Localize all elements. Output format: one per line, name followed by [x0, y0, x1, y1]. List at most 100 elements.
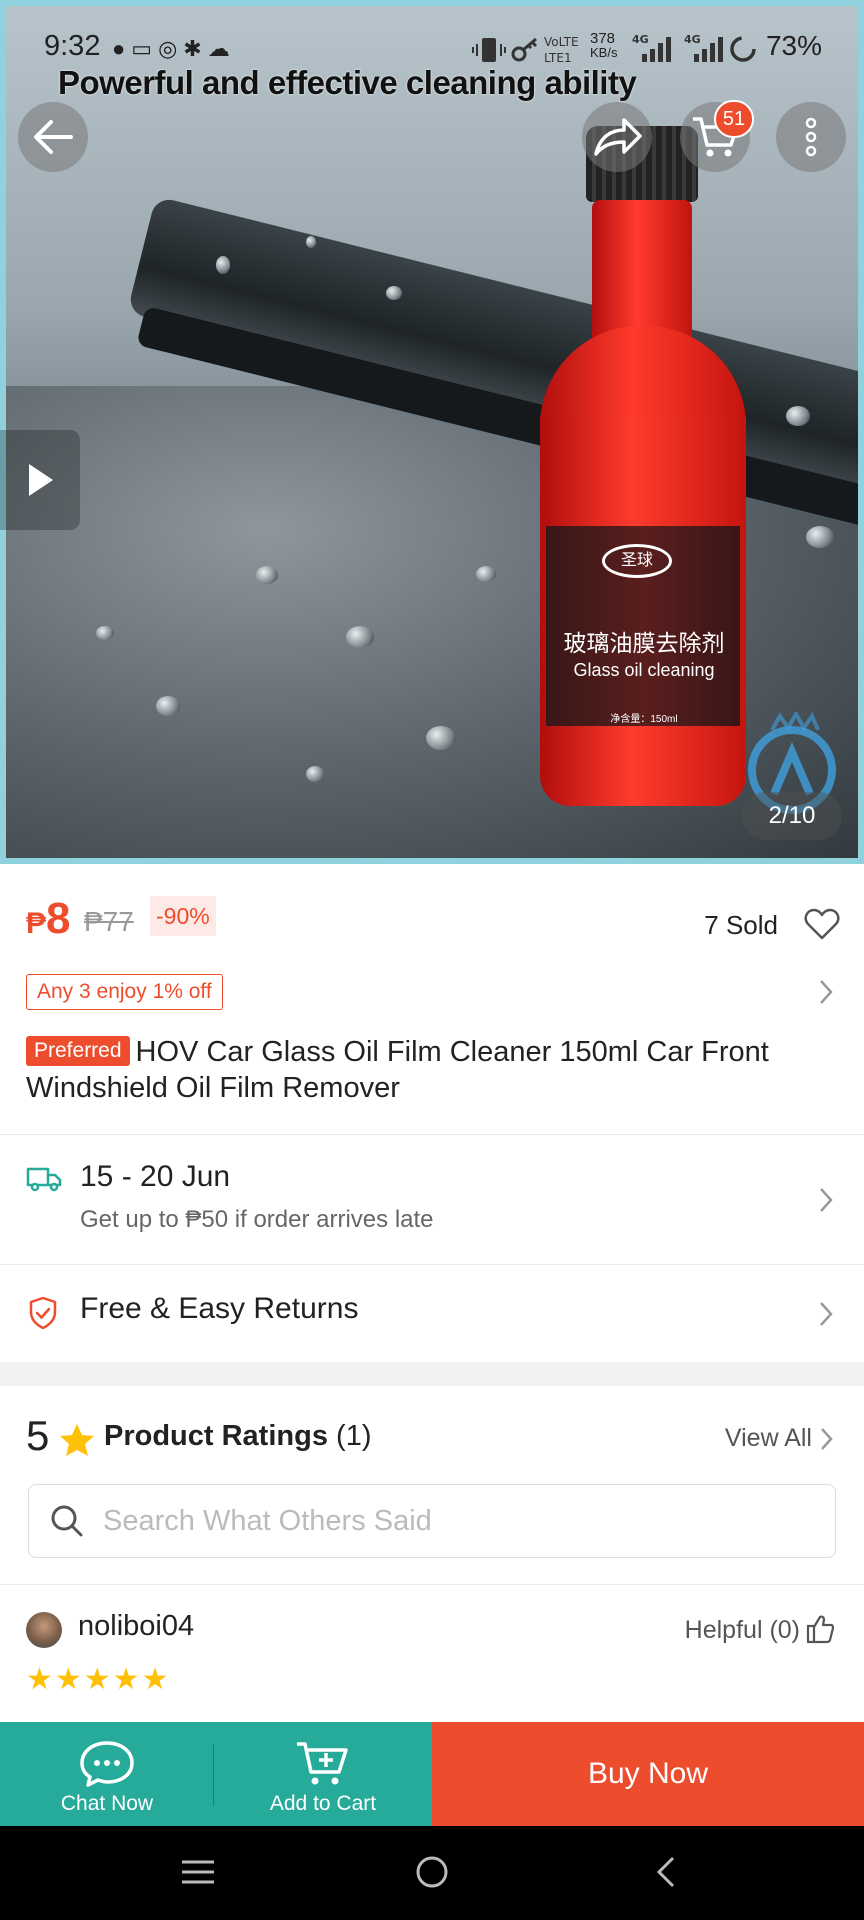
helpful-count[interactable]: Helpful (0) [685, 1616, 800, 1645]
notification-icons: ●▭◎✱☁ [112, 36, 236, 62]
price-value: 8 [46, 894, 71, 943]
divider [0, 1264, 864, 1265]
bottle-brand-logo: 圣球 [602, 544, 672, 578]
water-drop [96, 626, 114, 640]
product-title-block: Preferred HOV Car Glass Oil Film Cleaner … [26, 1034, 826, 1106]
water-drop [786, 406, 810, 426]
svg-text:VoLTE: VoLTE [544, 35, 578, 49]
chat-now-button[interactable]: Chat Now [0, 1722, 214, 1826]
vibrate-icon [472, 38, 506, 62]
status-time: 9:32 [44, 30, 101, 62]
sold-count: 7 Sold [704, 910, 778, 940]
image-counter: 2/10 [742, 792, 842, 840]
back-triangle-icon[interactable] [654, 1854, 678, 1890]
play-video-button[interactable] [0, 430, 80, 530]
menu-icon[interactable] [180, 1856, 216, 1888]
search-placeholder: Search What Others Said [103, 1505, 432, 1537]
svg-text:4G: 4G [684, 33, 701, 46]
buy-now-button[interactable]: Buy Now [432, 1722, 864, 1826]
water-drop [156, 696, 180, 716]
currency-symbol: ₱ [26, 907, 47, 940]
battery-percent: 73% [765, 30, 822, 61]
camera-icon: ◎ [158, 36, 184, 61]
svg-text:LTE1: LTE1 [544, 51, 572, 65]
divider [0, 1134, 864, 1135]
discount-badge: -90% [150, 896, 216, 936]
review-search-input[interactable]: Search What Others Said [28, 1484, 836, 1558]
back-button[interactable] [18, 102, 88, 172]
svg-text:4G: 4G [632, 33, 649, 46]
water-drop [216, 256, 230, 274]
current-price: ₱8 [26, 894, 71, 944]
divider [0, 1584, 864, 1585]
chevron-right-icon[interactable] [818, 978, 834, 1006]
share-button[interactable] [582, 102, 652, 172]
reviewer-username: noliboi04 [78, 1610, 195, 1642]
signal-4g-icon: 4G [632, 33, 671, 62]
water-drop [306, 766, 324, 782]
water-drop [306, 236, 316, 248]
shield-check-icon [29, 1296, 57, 1330]
bottle-label-chinese: 玻璃油膜去除剂 [563, 630, 725, 656]
chevron-right-icon [820, 1302, 833, 1326]
more-options-button[interactable] [776, 102, 846, 172]
chevron-right-icon [820, 1188, 833, 1212]
water-drop [346, 626, 374, 648]
add-to-cart-button[interactable]: Add to Cart [214, 1722, 432, 1826]
bundle-promo-tag[interactable]: Any 3 enjoy 1% off [26, 974, 223, 1010]
more-vertical-icon [805, 117, 817, 157]
play-icon [29, 464, 53, 496]
water-drop [426, 726, 456, 750]
truck-icon [26, 1167, 62, 1192]
bottle-volume: 净含量：150ml [610, 714, 678, 725]
cart-count-badge: 51 [714, 100, 754, 138]
add-to-cart-label: Add to Cart [269, 1792, 377, 1815]
ratings-heading: Product Ratings (1) [104, 1420, 371, 1453]
home-circle-icon[interactable] [414, 1854, 450, 1890]
system-navigation-bar [0, 1826, 864, 1920]
cloud-icon: ☁ [207, 36, 236, 61]
water-drop [476, 566, 496, 582]
ratings-count: (1) [336, 1420, 372, 1452]
chat-now-label: Chat Now [60, 1792, 154, 1815]
network-speed-value: 378 [590, 30, 616, 47]
delivery-date: 15 - 20 Jun [80, 1160, 231, 1193]
water-drop [386, 286, 402, 300]
chevron-right-icon [821, 1428, 833, 1450]
product-bottle-image: 圣球 玻璃油膜去除剂 Glass oil cleaning 净含量：150ml [540, 126, 750, 826]
network-speed-unit: KB/s [590, 45, 618, 60]
heart-icon[interactable] [804, 908, 840, 940]
chat-bubble-icon [80, 1741, 134, 1787]
signal-4g-icon-2: 4G [684, 33, 723, 62]
key-icon [511, 37, 538, 62]
bottle-label-english: Glass oil cleaning [573, 660, 715, 680]
product-page: Powerful and effective cleaning ability … [0, 0, 864, 1920]
thumbs-up-icon[interactable] [806, 1614, 834, 1644]
share-arrow-icon [594, 118, 642, 156]
status-bar: 9:32 ●▭◎✱☁ VoLTE LTE1 378 KB/s 4G 4G 73% [0, 30, 864, 70]
preferred-badge: Preferred [26, 1036, 130, 1066]
original-price: ₱77 [84, 906, 134, 937]
late-delivery-guarantee: Get up to ₱50 if order arrives late [80, 1206, 434, 1233]
settings-icon: ✱ [183, 36, 208, 61]
ratings-title: Product Ratings [104, 1420, 328, 1452]
arrow-left-icon [34, 120, 73, 154]
battery-ring-icon [730, 36, 756, 62]
review-star-rating: ★★★★★ [26, 1663, 171, 1696]
returns-label: Free & Easy Returns [80, 1292, 359, 1325]
section-separator [0, 1362, 864, 1386]
star-icon [60, 1424, 94, 1456]
volte-icon: VoLTE LTE1 [544, 35, 578, 65]
bottom-action-bar: Chat Now Add to Cart Buy Now [0, 1722, 864, 1826]
water-drop [256, 566, 278, 584]
rating-score: 5 [26, 1412, 50, 1459]
water-drop [806, 526, 834, 548]
view-all-label: View All [724, 1424, 812, 1452]
product-title: HOV Car Glass Oil Film Cleaner 150ml Car… [26, 1036, 769, 1104]
card-icon: ▭ [131, 36, 159, 61]
avatar[interactable] [26, 1612, 62, 1648]
add-cart-icon [297, 1742, 348, 1785]
chat-bubble-icon: ● [112, 36, 132, 61]
price-row: ₱8 ₱77 -90% 7 Sold [26, 894, 846, 950]
network-speed: 378 KB/s [590, 30, 618, 60]
